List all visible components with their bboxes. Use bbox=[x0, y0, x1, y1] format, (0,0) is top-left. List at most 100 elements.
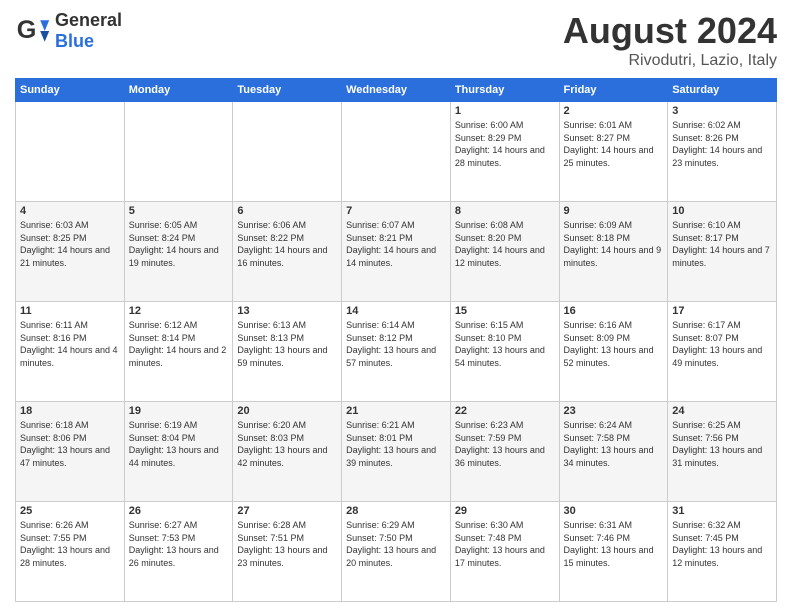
page: G General Blue August 2024 Rivodutri, La… bbox=[0, 0, 792, 612]
day-number-9: 9 bbox=[564, 205, 664, 217]
day-number-6: 6 bbox=[237, 205, 337, 217]
day-number-14: 14 bbox=[346, 305, 446, 317]
day-number-17: 17 bbox=[672, 305, 772, 317]
day-number-13: 13 bbox=[237, 305, 337, 317]
day-info-6: Sunrise: 6:06 AM Sunset: 8:22 PM Dayligh… bbox=[237, 219, 337, 269]
day-number-23: 23 bbox=[564, 405, 664, 417]
calendar-cell-w1-d7: 3Sunrise: 6:02 AM Sunset: 8:26 PM Daylig… bbox=[668, 102, 777, 202]
calendar-cell-w1-d1 bbox=[16, 102, 125, 202]
day-number-19: 19 bbox=[129, 405, 229, 417]
calendar-cell-w2-d4: 7 Sunrise: 6:07 AM Sunset: 8:21 PM Daylig… bbox=[342, 202, 451, 302]
day-number-28: 28 bbox=[346, 505, 446, 517]
day-info-27: Sunrise: 6:28 AM Sunset: 7:51 PM Dayligh… bbox=[237, 519, 337, 569]
day-info-24: Sunrise: 6:25 AM Sunset: 7:56 PM Dayligh… bbox=[672, 419, 772, 469]
calendar-cell-w3-d5: 15Sunrise: 6:15 AM Sunset: 8:10 PM Dayli… bbox=[450, 302, 559, 402]
day-info-14: Sunrise: 6:14 AM Sunset: 8:12 PM Dayligh… bbox=[346, 319, 446, 369]
day-number-26: 26 bbox=[129, 505, 229, 517]
day-number-7: 7 bbox=[346, 205, 446, 217]
day-info-28: Sunrise: 6:29 AM Sunset: 7:50 PM Dayligh… bbox=[346, 519, 446, 569]
day-number-12: 12 bbox=[129, 305, 229, 317]
day-info-1: Sunrise: 6:00 AM Sunset: 8:29 PM Dayligh… bbox=[455, 119, 555, 169]
day-info-10: Sunrise: 6:10 AM Sunset: 8:17 PM Dayligh… bbox=[672, 219, 772, 269]
weekday-header-saturday: Saturday bbox=[668, 79, 777, 102]
day-number-4: 4 bbox=[20, 205, 120, 217]
week-row-2: 4 Sunrise: 6:03 AM Sunset: 8:25 PM Daylig… bbox=[16, 202, 777, 302]
weekday-header-monday: Monday bbox=[124, 79, 233, 102]
day-number-31: 31 bbox=[672, 505, 772, 517]
day-info-8: Sunrise: 6:08 AM Sunset: 8:20 PM Dayligh… bbox=[455, 219, 555, 269]
day-info-17: Sunrise: 6:17 AM Sunset: 8:07 PM Dayligh… bbox=[672, 319, 772, 369]
calendar-cell-w1-d2 bbox=[124, 102, 233, 202]
weekday-header-sunday: Sunday bbox=[16, 79, 125, 102]
calendar: SundayMondayTuesdayWednesdayThursdayFrid… bbox=[15, 78, 777, 602]
day-number-3: 3 bbox=[672, 105, 772, 117]
logo: G General Blue bbox=[15, 10, 122, 52]
weekday-header-wednesday: Wednesday bbox=[342, 79, 451, 102]
calendar-cell-w5-d7: 31 Sunrise: 6:32 AM Sunset: 7:45 PM Dayli… bbox=[668, 502, 777, 602]
day-number-2: 2 bbox=[564, 105, 664, 117]
calendar-cell-w5-d5: 29Sunrise: 6:30 AM Sunset: 7:48 PM Dayli… bbox=[450, 502, 559, 602]
calendar-cell-w5-d6: 30 Sunrise: 6:31 AM Sunset: 7:46 PM Dayli… bbox=[559, 502, 668, 602]
day-info-18: Sunrise: 6:18 AM Sunset: 8:06 PM Dayligh… bbox=[20, 419, 120, 469]
day-number-27: 27 bbox=[237, 505, 337, 517]
day-number-18: 18 bbox=[20, 405, 120, 417]
calendar-cell-w4-d4: 21 Sunrise: 6:21 AM Sunset: 8:01 PM Dayli… bbox=[342, 402, 451, 502]
calendar-cell-w2-d2: 5Sunrise: 6:05 AM Sunset: 8:24 PM Daylig… bbox=[124, 202, 233, 302]
weekday-header-thursday: Thursday bbox=[450, 79, 559, 102]
day-number-8: 8 bbox=[455, 205, 555, 217]
calendar-cell-w3-d6: 16 Sunrise: 6:16 AM Sunset: 8:09 PM Dayli… bbox=[559, 302, 668, 402]
title-block: August 2024 Rivodutri, Lazio, Italy bbox=[563, 10, 777, 70]
weekday-header-friday: Friday bbox=[559, 79, 668, 102]
calendar-cell-w5-d1: 25Sunrise: 6:26 AM Sunset: 7:55 PM Dayli… bbox=[16, 502, 125, 602]
day-number-11: 11 bbox=[20, 305, 120, 317]
day-info-7: Sunrise: 6:07 AM Sunset: 8:21 PM Dayligh… bbox=[346, 219, 446, 269]
calendar-cell-w2-d1: 4 Sunrise: 6:03 AM Sunset: 8:25 PM Daylig… bbox=[16, 202, 125, 302]
day-info-5: Sunrise: 6:05 AM Sunset: 8:24 PM Dayligh… bbox=[129, 219, 229, 269]
calendar-cell-w1-d5: 1 Sunrise: 6:00 AM Sunset: 8:29 PM Daylig… bbox=[450, 102, 559, 202]
logo-blue-text: Blue bbox=[55, 31, 122, 52]
day-number-25: 25 bbox=[20, 505, 120, 517]
day-number-29: 29 bbox=[455, 505, 555, 517]
day-number-20: 20 bbox=[237, 405, 337, 417]
svg-text:G: G bbox=[17, 16, 37, 44]
weekday-header-row: SundayMondayTuesdayWednesdayThursdayFrid… bbox=[16, 79, 777, 102]
day-number-21: 21 bbox=[346, 405, 446, 417]
day-info-12: Sunrise: 6:12 AM Sunset: 8:14 PM Dayligh… bbox=[129, 319, 229, 369]
calendar-cell-w2-d7: 10 Sunrise: 6:10 AM Sunset: 8:17 PM Dayli… bbox=[668, 202, 777, 302]
day-info-23: Sunrise: 6:24 AM Sunset: 7:58 PM Dayligh… bbox=[564, 419, 664, 469]
day-number-16: 16 bbox=[564, 305, 664, 317]
calendar-cell-w1-d6: 2Sunrise: 6:01 AM Sunset: 8:27 PM Daylig… bbox=[559, 102, 668, 202]
sub-title: Rivodutri, Lazio, Italy bbox=[563, 52, 777, 70]
weekday-header-tuesday: Tuesday bbox=[233, 79, 342, 102]
day-info-4: Sunrise: 6:03 AM Sunset: 8:25 PM Dayligh… bbox=[20, 219, 120, 269]
day-info-31: Sunrise: 6:32 AM Sunset: 7:45 PM Dayligh… bbox=[672, 519, 772, 569]
calendar-cell-w1-d4 bbox=[342, 102, 451, 202]
calendar-cell-w3-d7: 17 Sunrise: 6:17 AM Sunset: 8:07 PM Dayli… bbox=[668, 302, 777, 402]
day-number-10: 10 bbox=[672, 205, 772, 217]
day-info-16: Sunrise: 6:16 AM Sunset: 8:09 PM Dayligh… bbox=[564, 319, 664, 369]
day-info-9: Sunrise: 6:09 AM Sunset: 8:18 PM Dayligh… bbox=[564, 219, 664, 269]
week-row-1: 1 Sunrise: 6:00 AM Sunset: 8:29 PM Daylig… bbox=[16, 102, 777, 202]
calendar-cell-w4-d6: 23 Sunrise: 6:24 AM Sunset: 7:58 PM Dayli… bbox=[559, 402, 668, 502]
calendar-cell-w5-d4: 28 Sunrise: 6:29 AM Sunset: 7:50 PM Dayli… bbox=[342, 502, 451, 602]
day-number-1: 1 bbox=[455, 105, 555, 117]
calendar-cell-w4-d1: 18 Sunrise: 6:18 AM Sunset: 8:06 PM Dayli… bbox=[16, 402, 125, 502]
day-info-26: Sunrise: 6:27 AM Sunset: 7:53 PM Dayligh… bbox=[129, 519, 229, 569]
logo-general-text: General bbox=[55, 10, 122, 31]
day-info-22: Sunrise: 6:23 AM Sunset: 7:59 PM Dayligh… bbox=[455, 419, 555, 469]
week-row-5: 25Sunrise: 6:26 AM Sunset: 7:55 PM Dayli… bbox=[16, 502, 777, 602]
day-info-15: Sunrise: 6:15 AM Sunset: 8:10 PM Dayligh… bbox=[455, 319, 555, 369]
calendar-cell-w2-d3: 6 Sunrise: 6:06 AM Sunset: 8:22 PM Daylig… bbox=[233, 202, 342, 302]
day-number-24: 24 bbox=[672, 405, 772, 417]
calendar-cell-w5-d3: 27 Sunrise: 6:28 AM Sunset: 7:51 PM Dayli… bbox=[233, 502, 342, 602]
calendar-cell-w4-d5: 22 Sunrise: 6:23 AM Sunset: 7:59 PM Dayli… bbox=[450, 402, 559, 502]
day-info-21: Sunrise: 6:21 AM Sunset: 8:01 PM Dayligh… bbox=[346, 419, 446, 469]
day-info-19: Sunrise: 6:19 AM Sunset: 8:04 PM Dayligh… bbox=[129, 419, 229, 469]
week-row-4: 18 Sunrise: 6:18 AM Sunset: 8:06 PM Dayli… bbox=[16, 402, 777, 502]
calendar-cell-w5-d2: 26 Sunrise: 6:27 AM Sunset: 7:53 PM Dayli… bbox=[124, 502, 233, 602]
day-number-22: 22 bbox=[455, 405, 555, 417]
day-info-13: Sunrise: 6:13 AM Sunset: 8:13 PM Dayligh… bbox=[237, 319, 337, 369]
day-number-30: 30 bbox=[564, 505, 664, 517]
day-info-30: Sunrise: 6:31 AM Sunset: 7:46 PM Dayligh… bbox=[564, 519, 664, 569]
header: G General Blue August 2024 Rivodutri, La… bbox=[15, 10, 777, 70]
